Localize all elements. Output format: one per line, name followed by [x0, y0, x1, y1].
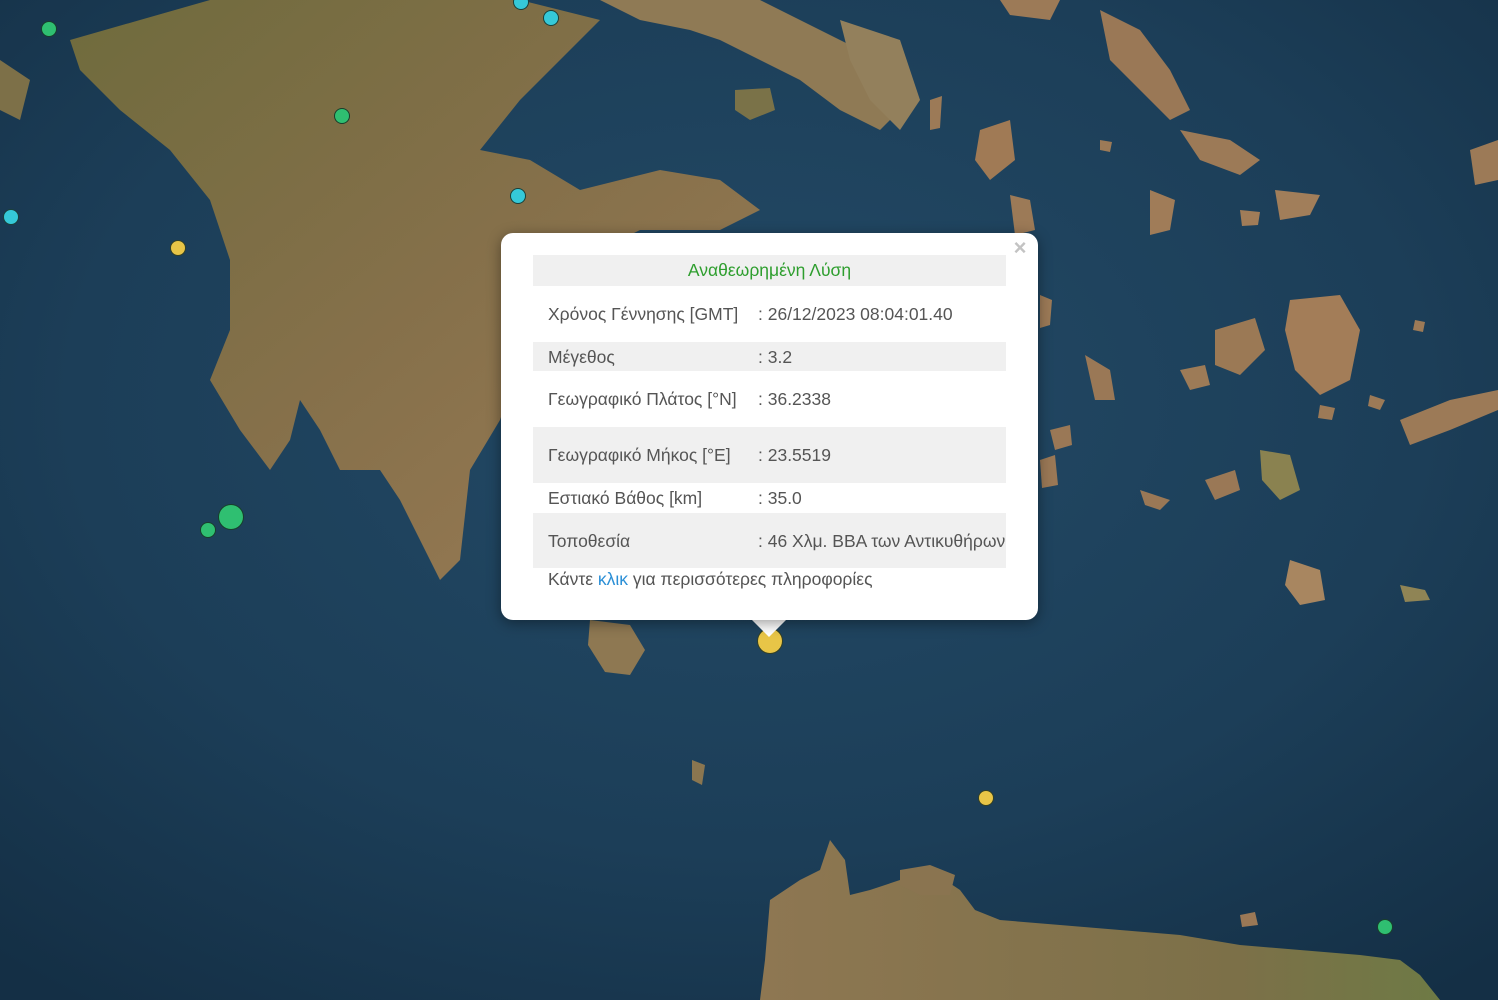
more-info-suffix: για περισσότερες πληροφορίες	[628, 569, 873, 589]
map-view[interactable]: × Αναθεωρημένη Λύση Χρόνος Γέννησης [GMT…	[0, 0, 1498, 1000]
more-info-text: Κάντε κλικ για περισσότερες πληροφορίες	[548, 569, 873, 590]
popup-header: Αναθεωρημένη Λύση	[533, 255, 1006, 286]
earthquake-info-popup: × Αναθεωρημένη Λύση Χρόνος Γέννησης [GMT…	[501, 233, 1038, 620]
earthquake-marker[interactable]	[41, 21, 57, 37]
close-icon[interactable]: ×	[1010, 237, 1030, 259]
earthquake-marker[interactable]	[978, 790, 994, 806]
earthquake-marker[interactable]	[1377, 919, 1393, 935]
earthquake-marker[interactable]	[3, 209, 19, 225]
origin-time-label: Χρόνος Γέννησης [GMT]	[548, 304, 739, 324]
depth-label: Εστιακό Βάθος [km]	[548, 488, 703, 508]
earthquake-marker[interactable]	[334, 108, 350, 124]
location-label: Τοποθεσία	[548, 530, 631, 551]
longitude-value: : 23.5519	[758, 445, 831, 465]
earthquake-marker[interactable]	[543, 10, 559, 26]
earthquake-details-table: Αναθεωρημένη Λύση Χρόνος Γέννησης [GMT] …	[533, 255, 1006, 568]
latitude-label: Γεωγραφικό Πλάτος [°N]	[548, 389, 737, 409]
more-info-link[interactable]: κλικ	[598, 569, 628, 589]
magnitude-value: : 3.2	[758, 346, 793, 367]
earthquake-marker[interactable]	[170, 240, 186, 256]
earthquake-marker[interactable]	[218, 504, 244, 530]
earthquake-marker[interactable]	[510, 188, 526, 204]
popup-tip	[751, 619, 787, 637]
depth-value: : 35.0	[758, 488, 802, 508]
longitude-label: Γεωγραφικό Μήκος [°E]	[548, 445, 731, 465]
latitude-value: : 36.2338	[758, 389, 831, 409]
location-value: : 46 Χλμ. ΒΒΑ των Αντικυθήρων	[758, 530, 1006, 551]
earthquake-marker[interactable]	[200, 522, 216, 538]
origin-time-value: : 26/12/2023 08:04:01.40	[758, 304, 953, 324]
magnitude-label: Μέγεθος	[548, 346, 615, 367]
more-info-prefix: Κάντε	[548, 569, 598, 589]
